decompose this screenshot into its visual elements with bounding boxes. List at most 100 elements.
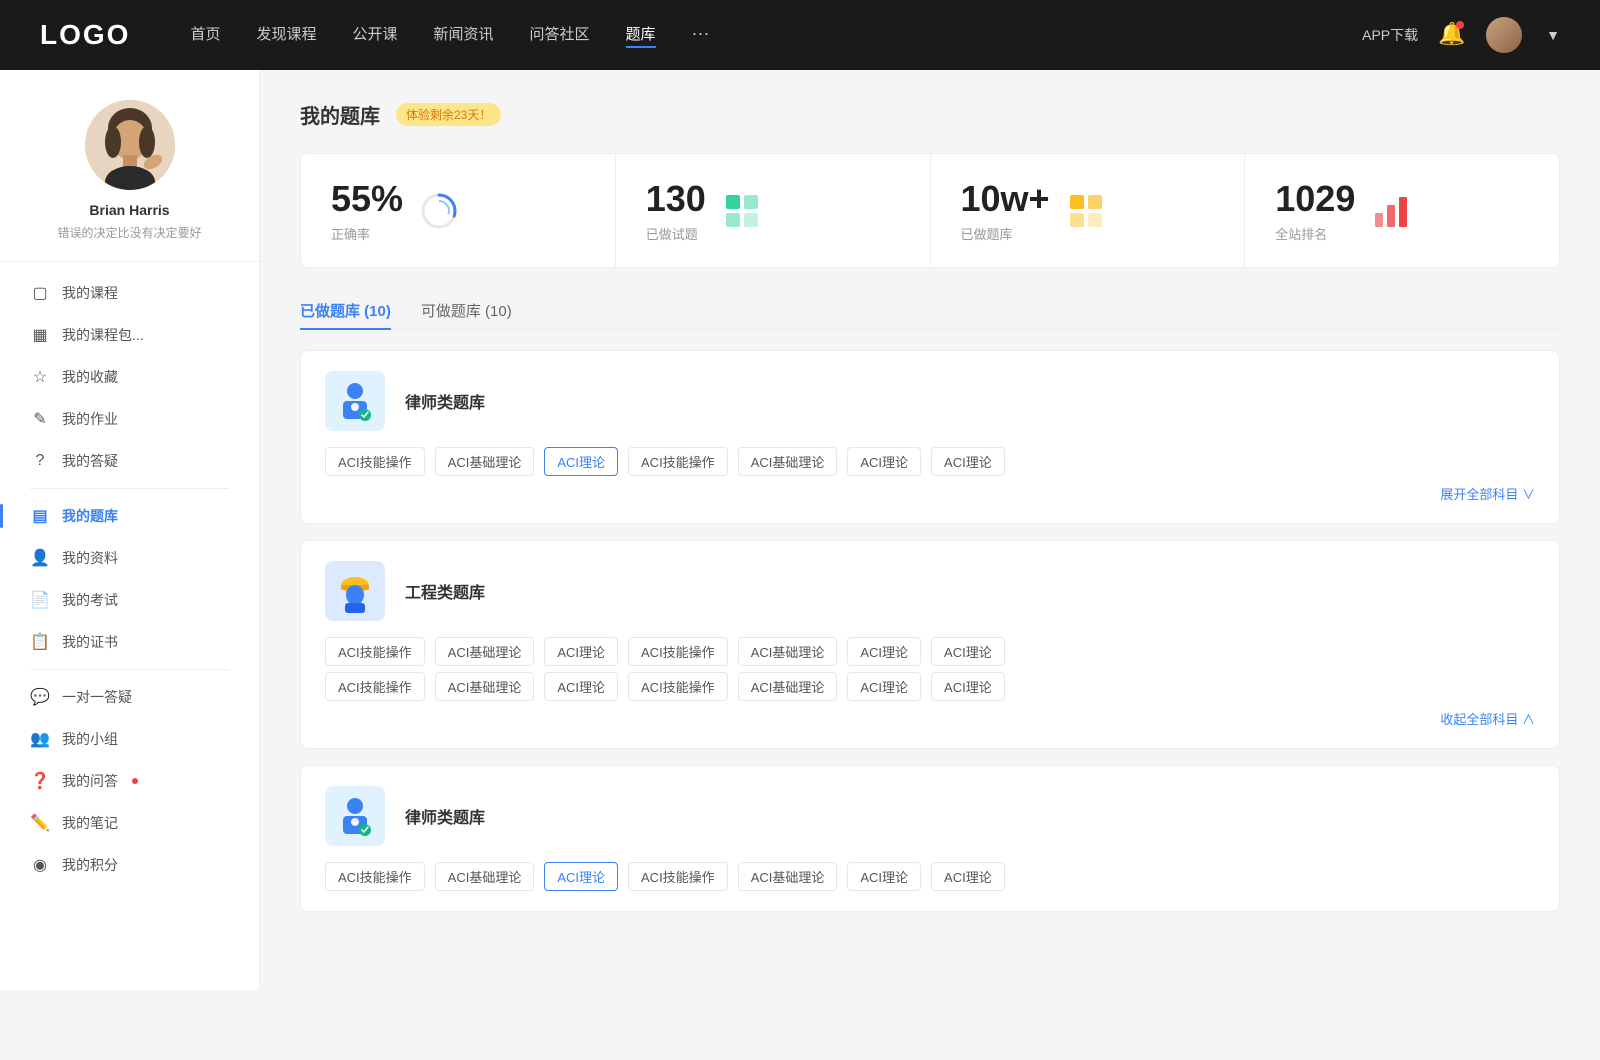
qbank-tag-2-10[interactable]: ACI技能操作 xyxy=(628,672,728,701)
qbank-tag-1-2[interactable]: ACI理论 xyxy=(544,447,618,476)
qbank-tag-1-6[interactable]: ACI理论 xyxy=(931,447,1005,476)
qbank-tag-2-9[interactable]: ACI理论 xyxy=(544,672,618,701)
qbank-tag-1-1[interactable]: ACI基础理论 xyxy=(435,447,535,476)
notes-icon: ✏️ xyxy=(30,813,50,833)
qbank-title-2: 工程类题库 xyxy=(405,579,485,603)
qbank-tags-2-row2: ACI技能操作 ACI基础理论 ACI理论 ACI技能操作 ACI基础理论 AC… xyxy=(325,672,1535,701)
page-wrapper: Brian Harris 错误的决定比没有决定要好 ▢ 我的课程 ▦ 我的课程包… xyxy=(0,70,1600,990)
nav-qa[interactable]: 问答社区 xyxy=(530,23,590,48)
qbank-tag-2-11[interactable]: ACI基础理论 xyxy=(738,672,838,701)
stat-global-rank: 1029 全站排名 xyxy=(1245,154,1559,267)
qbank-icon-lawyer-3 xyxy=(325,786,385,846)
qbank-header-2: 工程类题库 xyxy=(325,561,1535,621)
sidebar-menu: ▢ 我的课程 ▦ 我的课程包... ☆ 我的收藏 ✎ 我的作业 ? 我的答疑 ▤ xyxy=(0,272,259,886)
stat-accuracy: 55% 正确率 xyxy=(301,154,616,267)
qbank-tags-2-row1: ACI技能操作 ACI基础理论 ACI理论 ACI技能操作 ACI基础理论 AC… xyxy=(325,637,1535,666)
qbank-tag-3-1[interactable]: ACI基础理论 xyxy=(435,862,535,891)
qbank-tag-3-2[interactable]: ACI理论 xyxy=(544,862,618,891)
stats-row: 55% 正确率 130 已做试题 xyxy=(300,153,1560,268)
qbank-tag-2-6[interactable]: ACI理论 xyxy=(931,637,1005,666)
qbank-tag-2-13[interactable]: ACI理论 xyxy=(931,672,1005,701)
sidebar-item-question-bank[interactable]: ▤ 我的题库 xyxy=(10,495,249,537)
qbank-tag-2-12[interactable]: ACI理论 xyxy=(847,672,921,701)
grid-green-icon xyxy=(724,193,760,229)
my-qa-dot xyxy=(132,778,138,784)
qbank-tag-2-7[interactable]: ACI技能操作 xyxy=(325,672,425,701)
tab-available-banks[interactable]: 可做题库 (10) xyxy=(421,292,512,329)
qbank-tag-3-5[interactable]: ACI理论 xyxy=(847,862,921,891)
qbank-tag-1-0[interactable]: ACI技能操作 xyxy=(325,447,425,476)
qbank-tag-3-0[interactable]: ACI技能操作 xyxy=(325,862,425,891)
one-on-one-icon: 💬 xyxy=(30,687,50,707)
sidebar-item-course[interactable]: ▢ 我的课程 xyxy=(10,272,249,314)
nav-more[interactable]: ··· xyxy=(692,23,710,48)
stat-accuracy-label: 正确率 xyxy=(331,224,403,243)
logo: LOGO xyxy=(40,19,130,51)
nav-question-bank[interactable]: 题库 xyxy=(626,23,656,48)
chevron-down-icon[interactable]: ▼ xyxy=(1546,27,1560,43)
qbank-icon-lawyer-1 xyxy=(325,371,385,431)
sidebar-item-homework-label: 我的作业 xyxy=(62,409,118,429)
qbank-tag-1-4[interactable]: ACI基础理论 xyxy=(738,447,838,476)
sidebar-item-favorites[interactable]: ☆ 我的收藏 xyxy=(10,356,249,398)
qbank-tag-3-3[interactable]: ACI技能操作 xyxy=(628,862,728,891)
qbank-tag-2-0[interactable]: ACI技能操作 xyxy=(325,637,425,666)
tabs: 已做题库 (10) 可做题库 (10) xyxy=(300,292,1560,330)
sidebar-avatar xyxy=(85,100,175,190)
sidebar-item-qa[interactable]: ? 我的答疑 xyxy=(10,440,249,482)
sidebar-item-points[interactable]: ◉ 我的积分 xyxy=(10,844,249,886)
app-download-link[interactable]: APP下载 xyxy=(1362,25,1418,45)
sidebar-item-notes[interactable]: ✏️ 我的笔记 xyxy=(10,802,249,844)
profile-icon: 👤 xyxy=(30,548,50,568)
navbar: LOGO 首页 发现课程 公开课 新闻资讯 问答社区 题库 ··· APP下载 … xyxy=(0,0,1600,70)
qbank-tag-3-6[interactable]: ACI理论 xyxy=(931,862,1005,891)
nav-discover[interactable]: 发现课程 xyxy=(256,23,316,48)
sidebar-item-profile-label: 我的资料 xyxy=(62,548,118,568)
sidebar-divider-1 xyxy=(30,488,229,489)
sidebar-item-exam-label: 我的考试 xyxy=(62,590,118,610)
global-rank-icon xyxy=(1371,191,1411,231)
sidebar-item-homework[interactable]: ✎ 我的作业 xyxy=(10,398,249,440)
notification-bell[interactable]: 🔔 xyxy=(1438,21,1466,49)
points-icon: ◉ xyxy=(30,855,50,875)
sidebar-item-certificate[interactable]: 📋 我的证书 xyxy=(10,621,249,663)
nav-open-course[interactable]: 公开课 xyxy=(352,23,397,48)
qbank-tag-2-8[interactable]: ACI基础理论 xyxy=(435,672,535,701)
qa-icon: ? xyxy=(30,452,50,470)
stat-done-text: 130 已做试题 xyxy=(646,178,706,243)
sidebar-item-points-label: 我的积分 xyxy=(62,855,118,875)
qbank-icon-engineer xyxy=(325,561,385,621)
sidebar-item-profile[interactable]: 👤 我的资料 xyxy=(10,537,249,579)
page-header: 我的题库 体验剩余23天！ xyxy=(300,100,1560,129)
nav-news[interactable]: 新闻资讯 xyxy=(434,23,494,48)
qbank-tag-2-1[interactable]: ACI基础理论 xyxy=(435,637,535,666)
qbank-tag-1-3[interactable]: ACI技能操作 xyxy=(628,447,728,476)
pie-chart-icon xyxy=(421,193,457,229)
qbank-title-1: 律师类题库 xyxy=(405,389,485,413)
sidebar-item-certificate-label: 我的证书 xyxy=(62,632,118,652)
qbank-expand-1[interactable]: 展开全部科目 ∨ xyxy=(325,484,1535,503)
avatar-image xyxy=(1486,17,1522,53)
qbank-tag-2-3[interactable]: ACI技能操作 xyxy=(628,637,728,666)
qbank-tags-1: ACI技能操作 ACI基础理论 ACI理论 ACI技能操作 ACI基础理论 AC… xyxy=(325,447,1535,476)
qbank-tag-2-2[interactable]: ACI理论 xyxy=(544,637,618,666)
qbank-tag-2-4[interactable]: ACI基础理论 xyxy=(738,637,838,666)
sidebar-item-group[interactable]: 👥 我的小组 xyxy=(10,718,249,760)
stat-banks-label: 已做题库 xyxy=(961,224,1050,243)
navbar-right: APP下载 🔔 ▼ xyxy=(1362,17,1560,53)
sidebar-item-favorites-label: 我的收藏 xyxy=(62,367,118,387)
sidebar-item-my-qa[interactable]: ❓ 我的问答 xyxy=(10,760,249,802)
sidebar-item-one-on-one[interactable]: 💬 一对一答疑 xyxy=(10,676,249,718)
stat-accuracy-text: 55% 正确率 xyxy=(331,178,403,243)
tab-done-banks[interactable]: 已做题库 (10) xyxy=(300,292,391,329)
qbank-header-1: 律师类题库 xyxy=(325,371,1535,431)
my-qa-icon: ❓ xyxy=(30,771,50,791)
sidebar-item-course-package[interactable]: ▦ 我的课程包... xyxy=(10,314,249,356)
qbank-tag-2-5[interactable]: ACI理论 xyxy=(847,637,921,666)
qbank-tag-3-4[interactable]: ACI基础理论 xyxy=(738,862,838,891)
avatar[interactable] xyxy=(1486,17,1522,53)
nav-home[interactable]: 首页 xyxy=(190,23,220,48)
qbank-tag-1-5[interactable]: ACI理论 xyxy=(847,447,921,476)
qbank-expand-2[interactable]: 收起全部科目 ∧ xyxy=(325,709,1535,728)
sidebar-item-exam[interactable]: 📄 我的考试 xyxy=(10,579,249,621)
